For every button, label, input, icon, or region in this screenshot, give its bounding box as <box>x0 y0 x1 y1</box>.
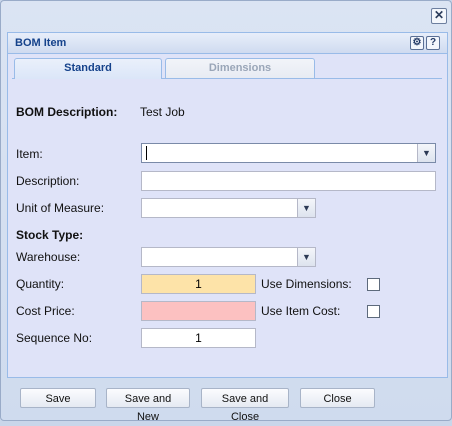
panel-title: BOM Item <box>15 37 67 49</box>
bom-description-label: BOM Description: <box>16 105 118 119</box>
warehouse-dropdown-icon[interactable]: ▼ <box>297 248 315 266</box>
bom-item-dialog: ✕ BOM Item ⚙ ? Standard Dimensions BOM D… <box>0 0 452 423</box>
button-bar: Save Save and New Save and Close Close <box>7 378 446 423</box>
gear-icon[interactable]: ⚙ <box>410 36 424 50</box>
close-button[interactable]: Close <box>300 388 375 408</box>
use-item-cost-label: Use Item Cost: <box>261 304 341 318</box>
item-label: Item: <box>16 147 43 161</box>
dialog-close-icon[interactable]: ✕ <box>431 8 447 24</box>
sequence-input[interactable] <box>141 328 256 348</box>
description-input[interactable] <box>141 171 436 191</box>
text-cursor <box>146 146 147 160</box>
uom-combo[interactable]: ▼ <box>141 198 316 218</box>
use-dimensions-label: Use Dimensions: <box>261 277 352 291</box>
warehouse-combo[interactable]: ▼ <box>141 247 316 267</box>
stock-type-label: Stock Type: <box>16 228 84 242</box>
help-icon[interactable]: ? <box>426 36 440 50</box>
warehouse-label: Warehouse: <box>16 250 81 264</box>
use-dimensions-checkbox[interactable] <box>367 278 380 291</box>
uom-label: Unit of Measure: <box>16 201 105 215</box>
tab-dimensions[interactable]: Dimensions <box>165 58 315 78</box>
save-and-new-button[interactable]: Save and New <box>106 388 190 423</box>
use-item-cost-checkbox[interactable] <box>367 305 380 318</box>
item-dropdown-icon[interactable]: ▼ <box>417 144 435 162</box>
description-label: Description: <box>16 174 80 188</box>
bom-item-panel: BOM Item ⚙ ? Standard Dimensions BOM Des… <box>7 32 448 378</box>
tab-strip: Standard Dimensions <box>12 55 442 79</box>
sequence-label: Sequence No: <box>16 331 93 345</box>
panel-header: BOM Item ⚙ ? <box>8 33 447 54</box>
cost-price-label: Cost Price: <box>16 304 75 318</box>
quantity-input[interactable] <box>141 274 256 294</box>
cost-price-input[interactable] <box>141 301 256 321</box>
save-button[interactable]: Save <box>20 388 96 408</box>
save-and-close-button[interactable]: Save and Close <box>201 388 289 423</box>
bom-description-value: Test Job <box>140 105 185 119</box>
item-combo[interactable]: ▼ <box>141 143 436 163</box>
quantity-label: Quantity: <box>16 277 65 291</box>
tab-standard[interactable]: Standard <box>14 58 162 79</box>
uom-dropdown-icon[interactable]: ▼ <box>297 199 315 217</box>
